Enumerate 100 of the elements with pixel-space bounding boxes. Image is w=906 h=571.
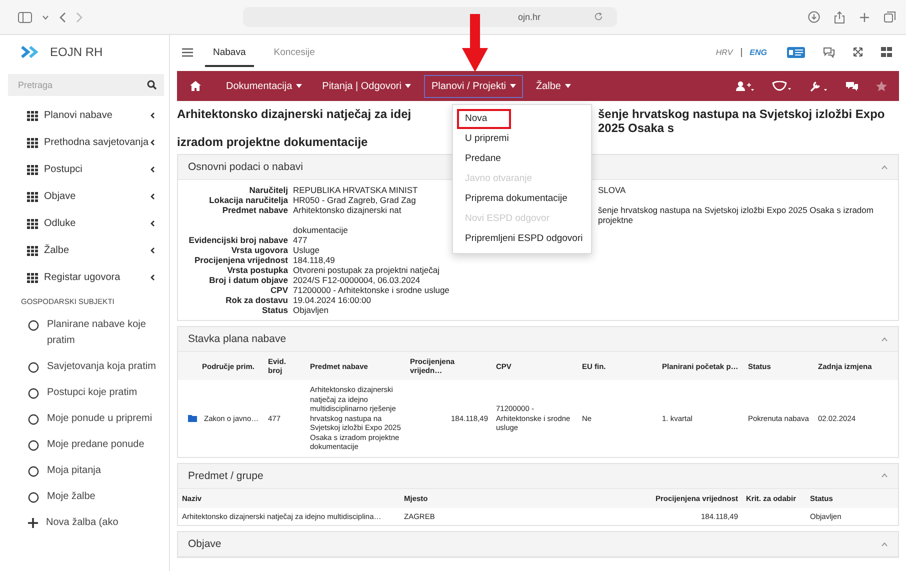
field-label: Naručitelj (248, 185, 288, 195)
field-label: Vrsta postupka (226, 265, 288, 275)
field-label: Predmet nabave (221, 205, 288, 215)
download-icon[interactable] (808, 11, 820, 23)
grid-icon (27, 138, 38, 148)
page-title: šenje hrvatskog nastupa na Svjetskoj izložbi Expo 2025 Osaka s (598, 107, 886, 135)
tabs-icon[interactable] (884, 11, 896, 23)
sidebar-item[interactable]: Odluke (0, 210, 169, 237)
share-icon[interactable] (834, 10, 845, 24)
sidebar-link[interactable]: Postupci koje pratim (0, 380, 169, 406)
menu-item[interactable]: Predane (457, 149, 587, 169)
caret-icon (510, 84, 516, 88)
menu-item[interactable]: Nova (457, 109, 511, 129)
search-icon[interactable] (147, 80, 157, 90)
menu-item[interactable]: U pripremi (457, 129, 587, 149)
field-label: Vrsta ugovora (230, 245, 288, 255)
sidebar-link[interactable]: Savjetovanja koja pratim (0, 354, 169, 380)
chevron-up-icon[interactable] (881, 164, 888, 170)
id-card-icon[interactable] (787, 46, 805, 58)
sidebar-item[interactable]: Planovi nabave (0, 102, 169, 129)
tab[interactable]: Nabava (205, 38, 254, 66)
field-value: šenje hrvatskog nastupa na Svjetskoj izložbi Expo 2025 Osaka s izradom projektne (598, 205, 874, 225)
chevron-up-icon[interactable] (881, 473, 888, 478)
grid-icon (27, 218, 38, 228)
chevron-down-icon[interactable] (42, 14, 49, 20)
field-label: CPV (270, 285, 288, 295)
field-value: Usluge (293, 245, 320, 255)
field-value: 184.118,49 (293, 255, 335, 265)
panel-title: Stavka plana nabave (188, 333, 286, 345)
expand-icon[interactable] (853, 47, 863, 57)
search-field[interactable]: Pretraga (8, 74, 164, 96)
field-value: 477 (293, 235, 308, 245)
chat-icon[interactable] (823, 46, 835, 58)
field-value: Objavljen (293, 305, 328, 315)
chevron-up-icon[interactable] (881, 542, 888, 546)
sidebar-item[interactable]: Žalbe (0, 237, 169, 264)
reload-icon[interactable] (594, 12, 603, 21)
menu-icon[interactable] (182, 48, 193, 56)
caret-icon (564, 84, 571, 88)
sidebar-item[interactable]: Prethodna savjetovanja (0, 129, 169, 156)
menu-item[interactable]: Pripremljeni ESPD odgovori (457, 229, 587, 249)
back-icon[interactable] (59, 12, 66, 22)
chevron-left-icon (150, 139, 155, 146)
sidebar-link[interactable]: Nova žalba (ako (0, 510, 169, 536)
field-label: Broj i datum objave (208, 275, 288, 285)
circle-icon (28, 466, 39, 477)
grid-icon (27, 192, 38, 202)
field-label: Status (261, 305, 288, 315)
page-title: Arhitektonsko dizajnerski natječaj za idej (177, 107, 412, 123)
plus-icon[interactable] (859, 12, 870, 22)
panel-title: Predmet / grupe (188, 470, 264, 482)
caret-icon (405, 84, 412, 88)
chevron-left-icon (150, 193, 155, 200)
user-plus-icon[interactable] (736, 81, 754, 91)
mask-icon[interactable] (772, 81, 792, 91)
field-label: Evidencijski broj nabave (188, 235, 288, 245)
nav-menu-button[interactable]: Žalbe (528, 74, 578, 98)
field-label: Procijenjena vrijednost (193, 255, 288, 265)
sidebar-item[interactable]: Postupci (0, 156, 169, 183)
language-link[interactable]: HRV (714, 48, 735, 56)
field-value: Arhitektonsko dizajnerski nat (293, 205, 402, 217)
language-link[interactable]: ENG (748, 48, 769, 56)
sidebar-link[interactable]: Moje ponude u pripremi (0, 406, 169, 432)
chat-icon[interactable] (846, 81, 858, 91)
panel-title: Osnovni podaci o nabavi (188, 161, 303, 173)
chevron-up-icon[interactable] (881, 336, 888, 342)
address-bar[interactable]: ojn.hr (243, 7, 617, 27)
page-title: izradom projektne dokumentacije (177, 135, 368, 149)
tab[interactable]: Koncesije (266, 38, 323, 66)
chevron-left-icon (150, 220, 155, 227)
nav-menu-button[interactable]: Planovi / Projekti (424, 74, 523, 98)
sidebar-link[interactable]: Moje žalbe (0, 484, 169, 510)
field-value: 71200000 - Arhitektonske i srodne usluge (293, 285, 450, 295)
grid-icon[interactable] (881, 47, 892, 57)
nav-menu-button[interactable]: Pitanja | Odgovori (315, 74, 418, 98)
chevron-left-icon (150, 247, 155, 254)
grid-icon (27, 164, 38, 174)
sidebar-link[interactable]: Planirane nabave koje pratim (0, 312, 169, 354)
home-icon[interactable] (190, 81, 201, 91)
sidebar-item[interactable]: Registar ugovora (0, 264, 169, 291)
sidebar-link[interactable]: Moje predane ponude (0, 432, 169, 458)
sidebar-toggle-icon[interactable] (18, 12, 32, 22)
menu-item[interactable]: Priprema dokumentacije (457, 189, 587, 209)
field-value: dokumentacije (293, 225, 348, 235)
caret-icon (296, 84, 302, 88)
grid-icon (27, 246, 38, 256)
chevron-left-icon (150, 112, 155, 119)
star-icon[interactable] (876, 80, 887, 92)
field-value: REPUBLIKA HRVATSKA MINIST (293, 185, 419, 195)
nav-menu-button[interactable]: Dokumentacija (219, 74, 310, 98)
sidebar-link[interactable]: Moja pitanja (0, 458, 169, 484)
field-value: Otvoreni postupak za projektni natječaj (293, 265, 440, 275)
plus-icon (28, 518, 38, 528)
circle-icon (28, 388, 39, 399)
folder-icon[interactable] (188, 414, 197, 422)
app-logo-text: EOJN RH (50, 45, 103, 59)
sidebar-item[interactable]: Objave (0, 183, 169, 210)
wrench-icon[interactable] (810, 80, 828, 92)
field-value: HR050 - Grad Zagreb, Grad Zag (293, 195, 416, 205)
circle-icon (28, 492, 39, 503)
